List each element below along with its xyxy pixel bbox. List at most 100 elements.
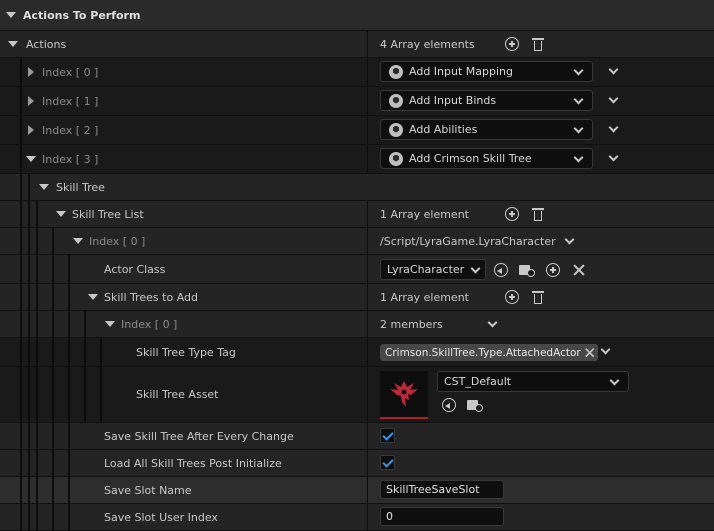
members-count: 2 members xyxy=(380,317,443,331)
skill-tree-list-row: Skill Tree List 1 Array element xyxy=(0,201,714,228)
index-label: Index [ 0 ] xyxy=(42,65,99,79)
slot-name-value: SkillTreeSaveSlot xyxy=(386,483,480,496)
actions-row: Actions 4 Array elements xyxy=(0,31,714,58)
class-icon xyxy=(389,64,403,79)
index-label: Index [ 2 ] xyxy=(42,123,99,137)
dropdown-value: Add Input Mapping xyxy=(409,65,513,78)
options-chevron-icon[interactable] xyxy=(608,93,619,104)
actor-class-row: Actor Class LyraCharacter xyxy=(0,255,714,284)
dropdown-value: Add Input Binds xyxy=(409,94,497,107)
action-dropdown-1[interactable]: Add Input Binds xyxy=(380,90,593,111)
clear-icon[interactable] xyxy=(572,263,586,277)
add-element-icon[interactable] xyxy=(505,290,519,304)
options-chevron-icon[interactable] xyxy=(564,234,575,245)
save-after-change-row: Save Skill Tree After Every Change xyxy=(0,423,714,450)
asset-thumbnail[interactable] xyxy=(380,371,428,419)
browse-icon[interactable] xyxy=(467,398,483,412)
collapse-icon[interactable] xyxy=(88,294,98,300)
collapse-arrow-icon[interactable] xyxy=(6,12,16,18)
dropdown-value: Add Abilities xyxy=(409,123,478,136)
type-tag-row: Skill Tree Type Tag Crimson.SkillTree.Ty… xyxy=(0,338,714,367)
options-chevron-icon[interactable] xyxy=(487,317,498,328)
collapse-icon[interactable] xyxy=(105,321,115,327)
list-count: 1 Array element xyxy=(380,207,469,221)
actions-expand-icon[interactable] xyxy=(8,41,18,47)
list-index-0-row: Index [ 0 ] /Script/LyraGame.LyraCharact… xyxy=(0,228,714,255)
add-element-icon[interactable] xyxy=(505,37,519,51)
section-header[interactable]: Actions To Perform xyxy=(0,0,714,31)
slot-index-row: Save Slot User Index 0 xyxy=(0,504,714,531)
create-new-icon[interactable] xyxy=(546,263,560,277)
collapse-icon[interactable] xyxy=(73,238,83,244)
actor-class-label: Actor Class xyxy=(104,262,166,276)
options-chevron-icon[interactable] xyxy=(608,64,619,75)
use-selected-icon[interactable] xyxy=(442,398,456,412)
collapse-icon[interactable] xyxy=(56,211,66,217)
chevron-down-icon xyxy=(609,375,620,386)
asset-row: Skill Tree Asset CST_Default xyxy=(0,367,714,423)
class-icon xyxy=(389,122,403,137)
action-dropdown-2[interactable]: Add Abilities xyxy=(380,119,593,140)
trees-count: 1 Array element xyxy=(380,290,469,304)
slot-name-input[interactable]: SkillTreeSaveSlot xyxy=(380,480,504,499)
action-dropdown-0[interactable]: Add Input Mapping xyxy=(380,61,593,82)
expand-icon[interactable] xyxy=(28,96,34,106)
chevron-down-icon xyxy=(573,123,584,134)
dropdown-value: Add Crimson Skill Tree xyxy=(409,152,532,165)
dropdown-value: CST_Default xyxy=(444,375,512,388)
index-label: Index [ 0 ] xyxy=(121,317,178,331)
delete-all-icon[interactable] xyxy=(532,290,544,304)
actions-count: 4 Array elements xyxy=(380,37,475,51)
asset-label: Skill Tree Asset xyxy=(136,388,219,401)
slot-name-label: Save Slot Name xyxy=(104,483,192,497)
chevron-down-icon xyxy=(573,152,584,163)
options-chevron-icon[interactable] xyxy=(608,151,619,162)
collapse-icon[interactable] xyxy=(26,156,36,162)
expand-icon[interactable] xyxy=(28,67,34,77)
skill-tree-label: Skill Tree xyxy=(56,180,105,194)
class-icon xyxy=(389,93,403,108)
tag-value: Crimson.SkillTree.Type.AttachedActor xyxy=(385,346,581,359)
skill-trees-to-add-row: Skill Trees to Add 1 Array element xyxy=(0,284,714,311)
save-after-change-label: Save Skill Tree After Every Change xyxy=(104,429,294,443)
load-all-label: Load All Skill Trees Post Initialize xyxy=(104,456,282,470)
collapse-icon[interactable] xyxy=(39,184,49,190)
gameplay-tag-chip[interactable]: Crimson.SkillTree.Type.AttachedActor xyxy=(380,344,598,361)
index-class-path: /Script/LyraGame.LyraCharacter xyxy=(380,234,556,248)
options-chevron-icon[interactable] xyxy=(608,122,619,133)
save-after-change-checkbox[interactable] xyxy=(380,428,395,443)
tree-index-0-row: Index [ 0 ] 2 members xyxy=(0,311,714,338)
add-element-icon[interactable] xyxy=(505,207,519,221)
chevron-down-icon xyxy=(470,263,481,274)
section-title: Actions To Perform xyxy=(23,8,141,22)
actor-class-dropdown[interactable]: LyraCharacter xyxy=(380,259,486,280)
action-item-2: Index [ 2 ] Add Abilities xyxy=(0,116,714,145)
load-all-checkbox[interactable] xyxy=(380,455,395,470)
skill-trees-to-add-label: Skill Trees to Add xyxy=(104,290,198,304)
slot-index-input[interactable]: 0 xyxy=(380,507,504,526)
index-label: Index [ 1 ] xyxy=(42,94,99,108)
type-tag-label: Skill Tree Type Tag xyxy=(136,345,236,359)
load-all-row: Load All Skill Trees Post Initialize xyxy=(0,450,714,477)
action-dropdown-3[interactable]: Add Crimson Skill Tree xyxy=(380,148,593,169)
dropdown-value: LyraCharacter xyxy=(387,263,465,276)
chevron-down-icon xyxy=(573,65,584,76)
skill-tree-list-label: Skill Tree List xyxy=(72,207,144,221)
slot-name-row: Save Slot Name SkillTreeSaveSlot xyxy=(0,477,714,504)
action-item-3: Index [ 3 ] Add Crimson Skill Tree xyxy=(0,145,714,174)
expand-icon[interactable] xyxy=(28,125,34,135)
chevron-down-icon xyxy=(573,94,584,105)
slot-index-value: 0 xyxy=(386,510,393,523)
skill-tree-row: Skill Tree xyxy=(0,174,714,201)
browse-icon[interactable] xyxy=(519,263,535,277)
delete-all-icon[interactable] xyxy=(532,37,544,51)
action-item-0: Index [ 0 ] Add Input Mapping xyxy=(0,58,714,87)
delete-all-icon[interactable] xyxy=(532,207,544,221)
index-label: Index [ 3 ] xyxy=(42,152,99,166)
remove-tag-icon[interactable] xyxy=(584,347,593,356)
slot-index-label: Save Slot User Index xyxy=(104,510,218,524)
asset-dropdown[interactable]: CST_Default xyxy=(437,371,629,392)
tag-options-chevron-icon[interactable] xyxy=(600,344,611,355)
class-icon xyxy=(389,151,403,166)
use-selected-icon[interactable] xyxy=(494,263,508,277)
